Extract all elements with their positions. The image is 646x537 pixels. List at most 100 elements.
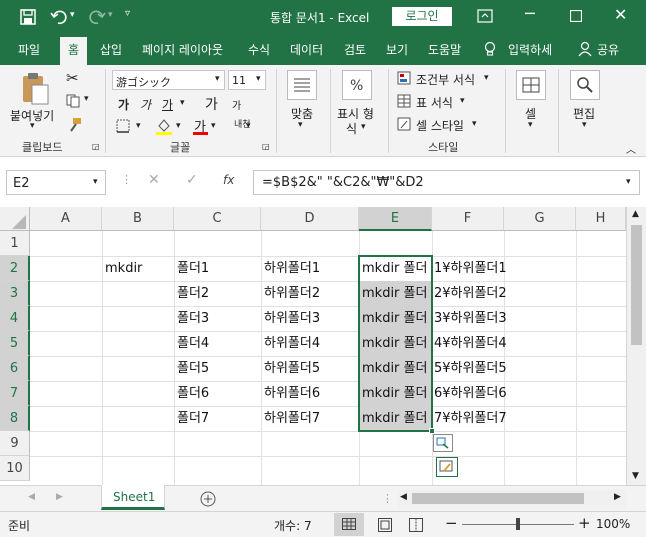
copy-icon[interactable] xyxy=(66,94,80,108)
row-header-2[interactable]: 2 xyxy=(0,256,30,281)
cell-d8[interactable]: 하위폴더7 xyxy=(261,406,320,431)
cut-icon[interactable]: ✂ xyxy=(66,69,79,87)
maximize-button[interactable] xyxy=(570,10,582,22)
font-size-select[interactable]: 11 ▾ xyxy=(228,70,266,90)
cell-f8[interactable]: 7¥하위폴더7 xyxy=(432,406,507,431)
cell-c3[interactable]: 폴더2 xyxy=(174,281,209,306)
table-format-dropdown-icon[interactable]: ▾ xyxy=(460,96,465,106)
sheet-tab-sheet1[interactable]: Sheet1 xyxy=(101,485,165,510)
tab-data[interactable]: 데이터 xyxy=(290,41,323,58)
font-launcher-icon[interactable]: ◲ xyxy=(262,142,270,151)
column-header-h[interactable]: H xyxy=(576,207,626,231)
bold-icon[interactable]: 가 xyxy=(118,96,129,113)
collapse-ribbon-icon[interactable]: ︿ xyxy=(626,141,636,156)
scroll-up-icon[interactable]: ▲ xyxy=(632,209,639,219)
percent-icon[interactable]: % xyxy=(342,70,372,100)
horizontal-scrollbar[interactable]: ◀ ▶ xyxy=(398,490,626,507)
column-header-f[interactable]: F xyxy=(432,207,504,231)
editing-search-icon[interactable] xyxy=(570,70,600,100)
row-header-9[interactable]: 9 xyxy=(0,431,30,456)
alignment-icon[interactable] xyxy=(287,70,317,100)
alignment-dropdown-icon[interactable]: ▾ xyxy=(298,120,303,130)
table-format-button[interactable]: 표 서식 xyxy=(416,94,453,111)
font-color-dropdown-icon[interactable]: ▾ xyxy=(211,121,216,131)
quick-analysis-icon[interactable] xyxy=(436,457,458,477)
format-painter-icon[interactable] xyxy=(66,117,82,133)
cell-d3[interactable]: 하위폴더2 xyxy=(261,281,320,306)
row-header-7[interactable]: 7 xyxy=(0,381,30,406)
number-format-label-2[interactable]: 식 xyxy=(346,120,357,137)
cell-style-button[interactable]: 셀 스타일 xyxy=(416,117,464,134)
minimize-button[interactable]: ─ xyxy=(525,4,535,23)
conditional-format-dropdown-icon[interactable]: ▾ xyxy=(484,73,489,83)
paste-dropdown-icon[interactable]: ▾ xyxy=(30,121,35,131)
tab-formulas[interactable]: 수식 xyxy=(248,41,270,58)
tab-review[interactable]: 검토 xyxy=(344,41,366,58)
cell-c8[interactable]: 폴더7 xyxy=(174,406,209,431)
column-header-d[interactable]: D xyxy=(261,207,359,231)
fill-color-icon[interactable] xyxy=(156,117,172,135)
undo-dropdown-icon[interactable]: ▾ xyxy=(70,10,75,20)
customize-qat-icon[interactable]: ▿ xyxy=(125,8,130,19)
tell-me-input[interactable]: 입력하세 xyxy=(508,41,552,58)
cell-d7[interactable]: 하위폴더6 xyxy=(261,381,320,406)
page-layout-view-icon[interactable] xyxy=(378,518,392,532)
tab-view[interactable]: 보기 xyxy=(386,41,408,58)
cell-f6[interactable]: 5¥하위폴더5 xyxy=(432,356,507,381)
cell-f3[interactable]: 2¥하위폴더2 xyxy=(432,281,507,306)
formula-input[interactable]: =$B$2&" "&C2&"₩"&D2 ▾ xyxy=(253,170,640,195)
row-header-3[interactable]: 3 xyxy=(0,281,30,306)
cell-style-dropdown-icon[interactable]: ▾ xyxy=(472,119,477,129)
login-button[interactable]: 로그인 xyxy=(392,7,452,26)
cell-c7[interactable]: 폴더6 xyxy=(174,381,209,406)
cell-c2[interactable]: 폴더1 xyxy=(174,256,209,281)
lightbulb-icon[interactable] xyxy=(484,41,496,57)
column-header-b[interactable]: B xyxy=(102,207,174,231)
cell-d4[interactable]: 하위폴더3 xyxy=(261,306,320,331)
zoom-level[interactable]: 100% xyxy=(596,517,630,531)
phonetic-dropdown-icon[interactable]: ▾ xyxy=(246,121,251,131)
cell-b2[interactable]: mkdir xyxy=(102,256,142,281)
worksheet-grid[interactable]: A B C D E F G H 1 2 3 4 5 6 7 8 9 10 mkd… xyxy=(0,207,646,485)
conditional-format-icon[interactable] xyxy=(397,71,411,85)
enter-icon[interactable]: ✓ xyxy=(186,172,198,188)
autofill-options-icon[interactable] xyxy=(433,434,453,452)
border-dropdown-icon[interactable]: ▾ xyxy=(136,121,141,131)
redo-dropdown-icon[interactable]: ▾ xyxy=(108,10,113,20)
vertical-scrollbar[interactable]: ▲ ▼ xyxy=(626,207,646,485)
underline-dropdown-icon[interactable]: ▾ xyxy=(180,98,185,108)
zoom-in-button[interactable]: + xyxy=(578,514,591,532)
cells-icon[interactable] xyxy=(516,70,546,100)
clipboard-launcher-icon[interactable]: ◲ xyxy=(92,142,100,151)
column-header-g[interactable]: G xyxy=(504,207,576,231)
share-button[interactable]: 공유 xyxy=(597,41,619,58)
column-header-c[interactable]: C xyxy=(174,207,261,231)
sheet-next-icon[interactable]: ▶ xyxy=(56,492,63,502)
cell-c5[interactable]: 폴더4 xyxy=(174,331,209,356)
scroll-right-icon[interactable]: ▶ xyxy=(614,492,621,502)
number-format-dropdown-icon[interactable]: ▾ xyxy=(361,122,366,132)
tab-insert[interactable]: 삽입 xyxy=(100,41,122,58)
cell-c4[interactable]: 폴더3 xyxy=(174,306,209,331)
horizontal-scroll-thumb[interactable] xyxy=(412,493,584,504)
zoom-slider-thumb[interactable] xyxy=(516,518,520,530)
cell-d5[interactable]: 하위폴더4 xyxy=(261,331,320,356)
row-header-8[interactable]: 8 xyxy=(0,406,30,431)
select-all-button[interactable] xyxy=(0,207,30,231)
row-header-10[interactable]: 10 xyxy=(0,456,30,481)
column-header-e[interactable]: E xyxy=(359,207,432,231)
zoom-out-button[interactable]: − xyxy=(445,514,458,532)
tab-home[interactable]: 홈 xyxy=(60,37,88,65)
name-box[interactable]: E2 ▾ xyxy=(6,170,106,195)
copy-dropdown-icon[interactable]: ▾ xyxy=(84,94,89,104)
row-header-6[interactable]: 6 xyxy=(0,356,30,381)
cell-f2[interactable]: 1¥하위폴더1 xyxy=(432,256,507,281)
undo-icon[interactable] xyxy=(50,9,68,25)
vertical-scroll-thumb[interactable] xyxy=(631,225,642,345)
tab-page-layout[interactable]: 페이지 레이아웃 xyxy=(142,41,223,58)
normal-view-button[interactable] xyxy=(334,513,364,536)
sheet-prev-icon[interactable]: ◀ xyxy=(28,492,35,502)
table-format-icon[interactable] xyxy=(397,94,411,108)
font-name-select[interactable]: 游ゴシック ▾ xyxy=(112,70,225,90)
cell-d2[interactable]: 하위폴더1 xyxy=(261,256,320,281)
